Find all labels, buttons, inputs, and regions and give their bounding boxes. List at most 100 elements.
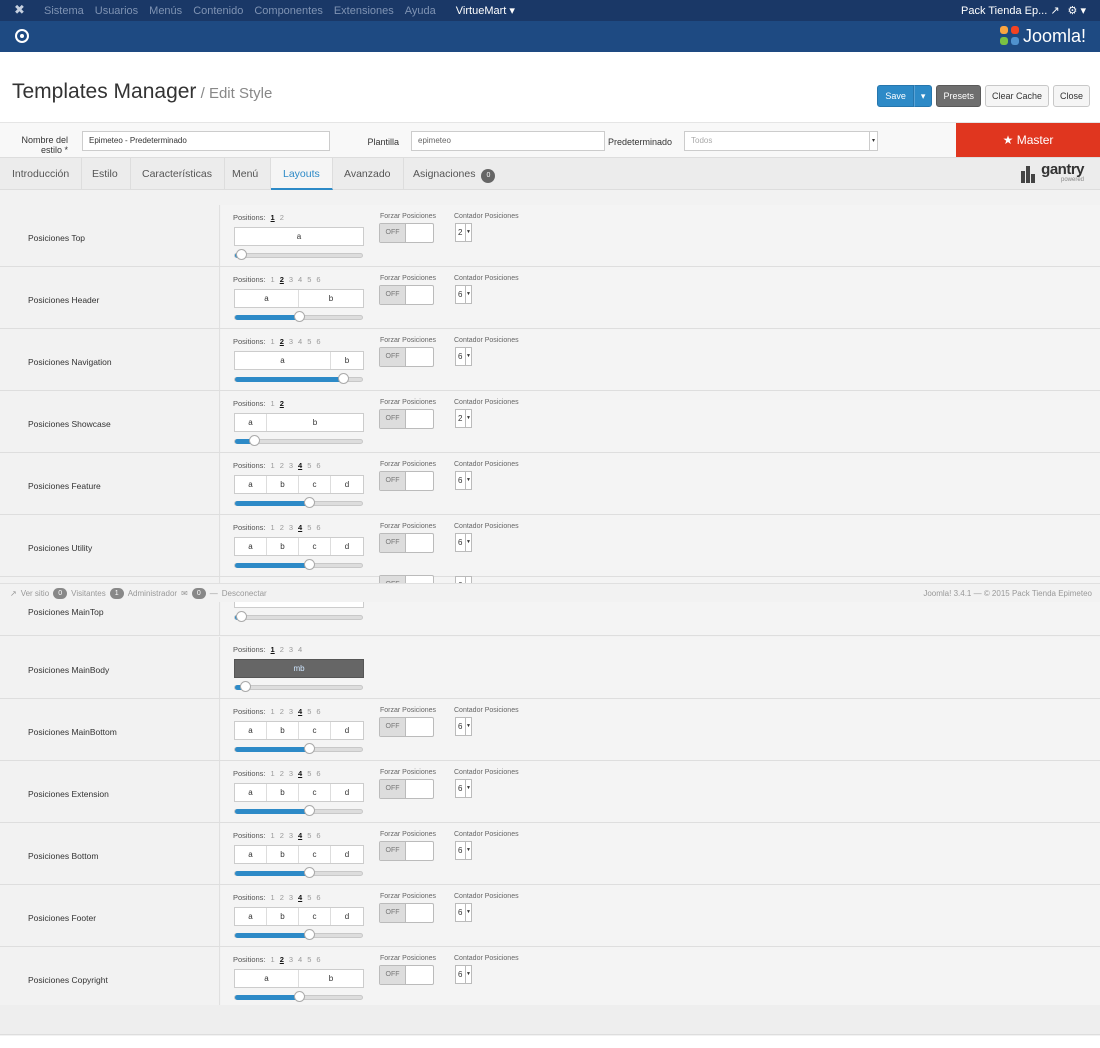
contador-select[interactable]: 6▼ xyxy=(455,347,472,366)
gear-icon[interactable]: ⚙ ▾ xyxy=(1068,4,1086,17)
layout-slider[interactable] xyxy=(234,991,363,1002)
contador-select[interactable]: 2 ▼ xyxy=(455,409,472,428)
position-option[interactable]: 1 xyxy=(271,707,275,716)
position-option[interactable]: 2 xyxy=(280,213,284,222)
position-option[interactable]: 4 xyxy=(298,707,302,716)
position-option[interactable]: 3 xyxy=(289,769,293,778)
position-cell[interactable]: d xyxy=(331,476,363,493)
slider-handle[interactable] xyxy=(303,929,315,940)
position-option[interactable]: 2 xyxy=(280,523,284,532)
position-option[interactable]: 3 xyxy=(289,893,293,902)
forzar-toggle[interactable]: OFF xyxy=(379,533,434,553)
position-option[interactable]: 1 xyxy=(271,213,275,222)
forzar-toggle[interactable]: OFF xyxy=(379,409,434,429)
position-option[interactable]: 3 xyxy=(289,955,293,964)
predeterminado-select[interactable]: Todos ▾ xyxy=(684,131,878,151)
position-option[interactable]: 3 xyxy=(289,831,293,840)
position-cell[interactable]: d xyxy=(331,908,363,925)
slider-handle[interactable] xyxy=(303,743,315,754)
position-option[interactable]: 6 xyxy=(316,337,320,346)
position-option[interactable]: 6 xyxy=(316,523,320,532)
position-cell[interactable]: c xyxy=(299,538,331,555)
position-option[interactable]: 6 xyxy=(316,893,320,902)
position-option[interactable]: 6 xyxy=(316,831,320,840)
tab-asignaciones[interactable]: Asignaciones 0 xyxy=(401,158,507,190)
contador-select[interactable]: 6▼ xyxy=(455,533,472,552)
position-cell[interactable]: a xyxy=(235,476,267,493)
tab-avanzado[interactable]: Avanzado xyxy=(332,158,404,190)
menu-contenido[interactable]: Contenido xyxy=(193,5,243,17)
position-option[interactable]: 2 xyxy=(280,893,284,902)
menu-extensiones[interactable]: Extensiones xyxy=(334,5,394,17)
position-cell[interactable]: a xyxy=(235,970,299,987)
position-option[interactable]: 3 xyxy=(289,461,293,470)
save-dropdown-button[interactable]: ▾ xyxy=(913,85,933,107)
slider-handle[interactable] xyxy=(240,681,252,692)
contador-select[interactable]: 2 ▼ xyxy=(455,223,472,242)
position-option[interactable]: 3 xyxy=(289,337,293,346)
position-cell[interactable]: b xyxy=(299,290,363,307)
layout-slider[interactable] xyxy=(234,559,363,570)
site-link[interactable]: Pack Tienda Ep... ↗ xyxy=(961,4,1060,17)
position-cell[interactable]: c xyxy=(299,908,331,925)
position-option[interactable]: 1 xyxy=(271,523,275,532)
position-cell[interactable]: b xyxy=(267,908,299,925)
position-option[interactable]: 1 xyxy=(271,337,275,346)
tab-introduccion[interactable]: Introducción xyxy=(0,158,83,190)
position-option[interactable]: 1 xyxy=(271,275,275,284)
position-cell[interactable]: a xyxy=(235,538,267,555)
position-option[interactable]: 5 xyxy=(307,955,311,964)
position-cell[interactable]: b xyxy=(331,352,363,369)
slider-handle[interactable] xyxy=(303,559,315,570)
master-badge[interactable]: ★ Master xyxy=(956,123,1100,158)
position-cell[interactable]: mb xyxy=(235,660,363,677)
position-option[interactable]: 2 xyxy=(280,645,284,654)
position-option[interactable]: 3 xyxy=(289,645,293,654)
joomla-menu-icon[interactable]: ✖ xyxy=(14,3,28,17)
forzar-toggle[interactable]: OFF xyxy=(379,471,434,491)
layout-slider[interactable] xyxy=(234,867,363,878)
forzar-toggle[interactable]: OFF xyxy=(379,285,434,305)
layout-slider[interactable] xyxy=(234,743,363,754)
position-option[interactable]: 5 xyxy=(307,461,311,470)
tab-menu[interactable]: Menú xyxy=(220,158,272,190)
desconectar-link[interactable]: Desconectar xyxy=(222,589,267,598)
menu-menus[interactable]: Menús xyxy=(149,5,182,17)
position-option[interactable]: 1 xyxy=(271,893,275,902)
menu-usuarios[interactable]: Usuarios xyxy=(95,5,138,17)
layout-slider[interactable] xyxy=(234,681,363,692)
position-option[interactable]: 3 xyxy=(289,275,293,284)
position-option[interactable]: 5 xyxy=(307,831,311,840)
layout-slider[interactable] xyxy=(234,373,363,384)
slider-handle[interactable] xyxy=(337,373,349,384)
position-option[interactable]: 2 xyxy=(280,769,284,778)
forzar-toggle[interactable]: OFF xyxy=(379,903,434,923)
position-option[interactable]: 1 xyxy=(271,831,275,840)
position-cell[interactable]: b xyxy=(267,784,299,801)
position-cell[interactable]: b xyxy=(267,476,299,493)
forzar-toggle[interactable]: OFF xyxy=(379,841,434,861)
position-cell[interactable]: a xyxy=(235,908,267,925)
position-cell[interactable]: b xyxy=(299,970,363,987)
contador-select[interactable]: 6▼ xyxy=(455,965,472,984)
position-option[interactable]: 4 xyxy=(298,955,302,964)
position-option[interactable]: 6 xyxy=(316,955,320,964)
position-cell[interactable]: d xyxy=(331,722,363,739)
envelope-icon[interactable]: ✉ xyxy=(181,589,188,598)
position-option[interactable]: 4 xyxy=(298,461,302,470)
position-option[interactable]: 4 xyxy=(298,337,302,346)
layout-slider[interactable] xyxy=(234,611,363,622)
position-cell[interactable]: a xyxy=(235,784,267,801)
position-option[interactable]: 5 xyxy=(307,523,311,532)
position-cell[interactable]: b xyxy=(267,414,363,431)
contador-select[interactable]: 6▼ xyxy=(455,903,472,922)
position-cell[interactable]: a xyxy=(235,352,331,369)
layout-slider[interactable] xyxy=(234,929,363,940)
slider-handle[interactable] xyxy=(303,497,315,508)
layout-slider[interactable] xyxy=(234,249,363,260)
position-cell[interactable]: a xyxy=(235,228,363,245)
position-option[interactable]: 2 xyxy=(280,275,284,284)
position-option[interactable]: 3 xyxy=(289,523,293,532)
position-option[interactable]: 6 xyxy=(316,707,320,716)
position-option[interactable]: 5 xyxy=(307,769,311,778)
